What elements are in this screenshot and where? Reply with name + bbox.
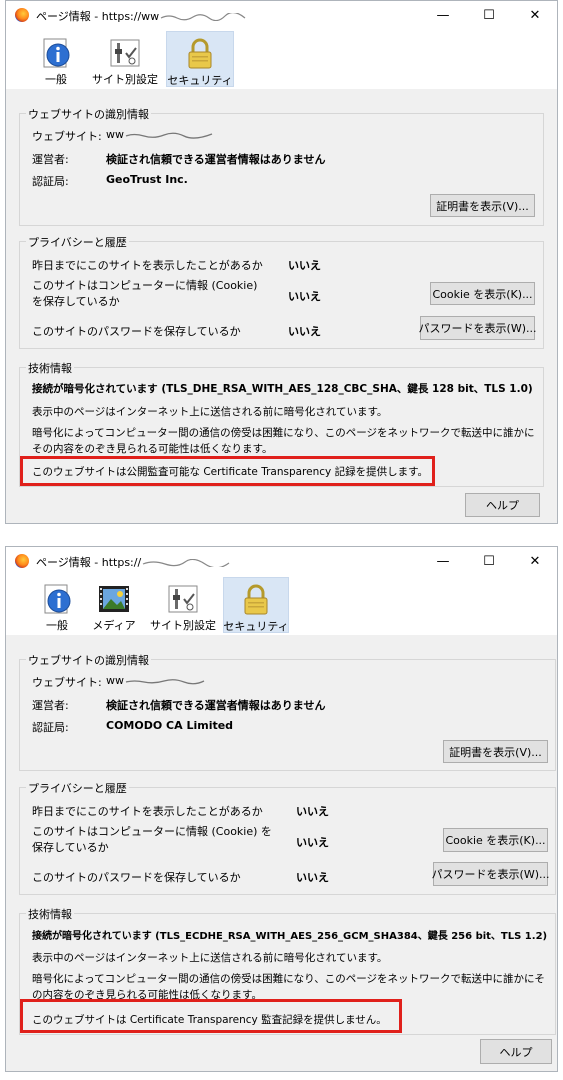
visited-question: 昨日までにこのサイトを表示したことがあるか bbox=[32, 805, 263, 818]
minimize-button[interactable]: — bbox=[420, 1, 466, 29]
help-button[interactable]: ヘルプ bbox=[480, 1039, 552, 1064]
password-question: このサイトのパスワードを保存しているか bbox=[32, 871, 241, 884]
info-icon bbox=[41, 583, 73, 615]
redacted-scribble bbox=[142, 559, 230, 567]
info-icon bbox=[40, 37, 72, 69]
group-heading: プライバシーと履歴 bbox=[26, 780, 129, 796]
maximize-button[interactable]: ☐ bbox=[466, 547, 512, 575]
verifier-label: 認証局: bbox=[32, 721, 69, 734]
encryption-status: 接続が暗号化されています (TLS_ECDHE_RSA_WITH_AES_256… bbox=[32, 931, 548, 942]
encryption-status: 接続が暗号化されています (TLS_DHE_RSA_WITH_AES_128_C… bbox=[32, 383, 533, 395]
website-value: ww bbox=[106, 674, 214, 687]
ct-highlight-box bbox=[20, 999, 402, 1033]
help-button[interactable]: ヘルプ bbox=[465, 493, 540, 517]
close-button[interactable]: ✕ bbox=[512, 547, 558, 575]
title-bar[interactable]: ページ情報 - https://ww — ☐ ✕ bbox=[6, 1, 557, 29]
view-passwords-button[interactable]: パスワードを表示(W)... bbox=[432, 862, 549, 886]
encryption-explanation: 暗号化によってコンピューター間の通信の傍受は困難になり、このページをネットワーク… bbox=[32, 427, 535, 455]
cookie-question: このサイトはコンピューターに情報 (Cookie) を保存しているか bbox=[32, 825, 272, 854]
tab-toolbar: 一般 サイト別設定 セキュリティ bbox=[6, 29, 557, 89]
tab-toolbar: 一般 メディア サイト別設定 セキュリティ bbox=[6, 575, 557, 635]
view-certificate-button[interactable]: 証明書を表示(V)... bbox=[430, 194, 535, 217]
view-cookies-button[interactable]: Cookie を表示(K)... bbox=[430, 282, 535, 305]
view-certificate-button[interactable]: 証明書を表示(V)... bbox=[443, 740, 548, 763]
minimize-button[interactable]: — bbox=[420, 547, 466, 575]
window-title: ページ情報 - https:// bbox=[36, 554, 231, 570]
page-info-dialog-1: ページ情報 - https://ww — ☐ ✕ 一般 サイト別設定 セキュリテ… bbox=[5, 0, 558, 524]
encryption-note: 表示中のページはインターネット上に送信される前に暗号化されています。 bbox=[32, 952, 388, 964]
firefox-icon bbox=[15, 8, 29, 22]
owner-value: 検証され信頼できる運営者情報はありません bbox=[106, 699, 326, 712]
visited-answer: いいえ bbox=[288, 259, 321, 272]
group-heading: 技術情報 bbox=[26, 906, 74, 922]
tab-general[interactable]: 一般 bbox=[30, 31, 82, 87]
tab-label: 一般 bbox=[46, 619, 68, 632]
verifier-value: COMODO CA Limited bbox=[106, 719, 234, 732]
identity-group: ウェブサイトの識別情報 ウェブサイト: ww 運営者: 検証され信頼できる運営者… bbox=[19, 652, 556, 771]
redacted-scribble bbox=[125, 679, 205, 685]
firefox-icon bbox=[15, 554, 29, 568]
tab-security[interactable]: セキュリティ bbox=[223, 577, 289, 633]
page-info-dialog-2: ページ情報 - https:// — ☐ ✕ 一般 メディア サイト別設定 セキ… bbox=[5, 546, 558, 1072]
view-passwords-button[interactable]: パスワードを表示(W)... bbox=[419, 316, 536, 340]
password-answer: いいえ bbox=[296, 871, 329, 884]
ct-highlight-box bbox=[20, 456, 435, 486]
view-cookies-button[interactable]: Cookie を表示(K)... bbox=[443, 828, 548, 852]
tab-site-settings[interactable]: サイト別設定 bbox=[146, 577, 220, 633]
privacy-group: プライバシーと履歴 昨日までにこのサイトを表示したことがあるか いいえ このサイ… bbox=[19, 234, 544, 349]
cookie-question: このサイトはコンピューターに情報 (Cookie) を保存しているか bbox=[32, 279, 258, 308]
tab-security[interactable]: セキュリティ bbox=[166, 31, 234, 87]
media-icon bbox=[98, 583, 130, 615]
group-heading: ウェブサイトの識別情報 bbox=[26, 652, 151, 668]
password-question: このサイトのパスワードを保存しているか bbox=[32, 325, 241, 338]
tab-site-settings[interactable]: サイト別設定 bbox=[90, 31, 160, 87]
lock-icon bbox=[184, 38, 216, 70]
group-heading: 技術情報 bbox=[26, 360, 74, 376]
privacy-group: プライバシーと履歴 昨日までにこのサイトを表示したことがあるか いいえ このサイ… bbox=[19, 780, 556, 895]
tab-media[interactable]: メディア bbox=[88, 577, 140, 633]
tab-label: セキュリティ bbox=[167, 74, 233, 87]
encryption-note: 表示中のページはインターネット上に送信される前に暗号化されています。 bbox=[32, 406, 388, 418]
title-bar[interactable]: ページ情報 - https:// — ☐ ✕ bbox=[6, 547, 557, 575]
cookie-answer: いいえ bbox=[288, 290, 321, 303]
owner-label: 運営者: bbox=[32, 153, 69, 166]
verifier-label: 認証局: bbox=[32, 175, 69, 188]
website-value: ww bbox=[106, 128, 214, 141]
password-answer: いいえ bbox=[288, 325, 321, 338]
tab-label: メディア bbox=[92, 619, 136, 632]
tab-general[interactable]: 一般 bbox=[32, 577, 82, 633]
group-heading: プライバシーと履歴 bbox=[26, 234, 129, 250]
owner-value: 検証され信頼できる運営者情報はありません bbox=[106, 153, 326, 166]
tab-label: サイト別設定 bbox=[92, 73, 158, 86]
visited-question: 昨日までにこのサイトを表示したことがあるか bbox=[32, 259, 263, 272]
tab-label: サイト別設定 bbox=[150, 619, 216, 632]
cookie-answer: いいえ bbox=[296, 836, 329, 849]
website-label: ウェブサイト: bbox=[32, 130, 102, 143]
owner-label: 運営者: bbox=[32, 699, 69, 712]
window-title: ページ情報 - https://ww bbox=[36, 8, 249, 24]
maximize-button[interactable]: ☐ bbox=[466, 1, 512, 29]
identity-group: ウェブサイトの識別情報 ウェブサイト: ww 運営者: 検証され信頼できる運営者… bbox=[19, 106, 544, 226]
visited-answer: いいえ bbox=[296, 805, 329, 818]
website-label: ウェブサイト: bbox=[32, 676, 102, 689]
redacted-scribble bbox=[160, 13, 246, 21]
permissions-icon bbox=[109, 37, 141, 69]
lock-icon bbox=[240, 584, 272, 616]
tab-label: セキュリティ bbox=[223, 620, 289, 633]
verifier-value: GeoTrust Inc. bbox=[106, 173, 188, 186]
tab-label: 一般 bbox=[45, 73, 67, 86]
close-button[interactable]: ✕ bbox=[512, 1, 558, 29]
group-heading: ウェブサイトの識別情報 bbox=[26, 106, 151, 122]
redacted-scribble bbox=[125, 132, 213, 139]
permissions-icon bbox=[167, 583, 199, 615]
